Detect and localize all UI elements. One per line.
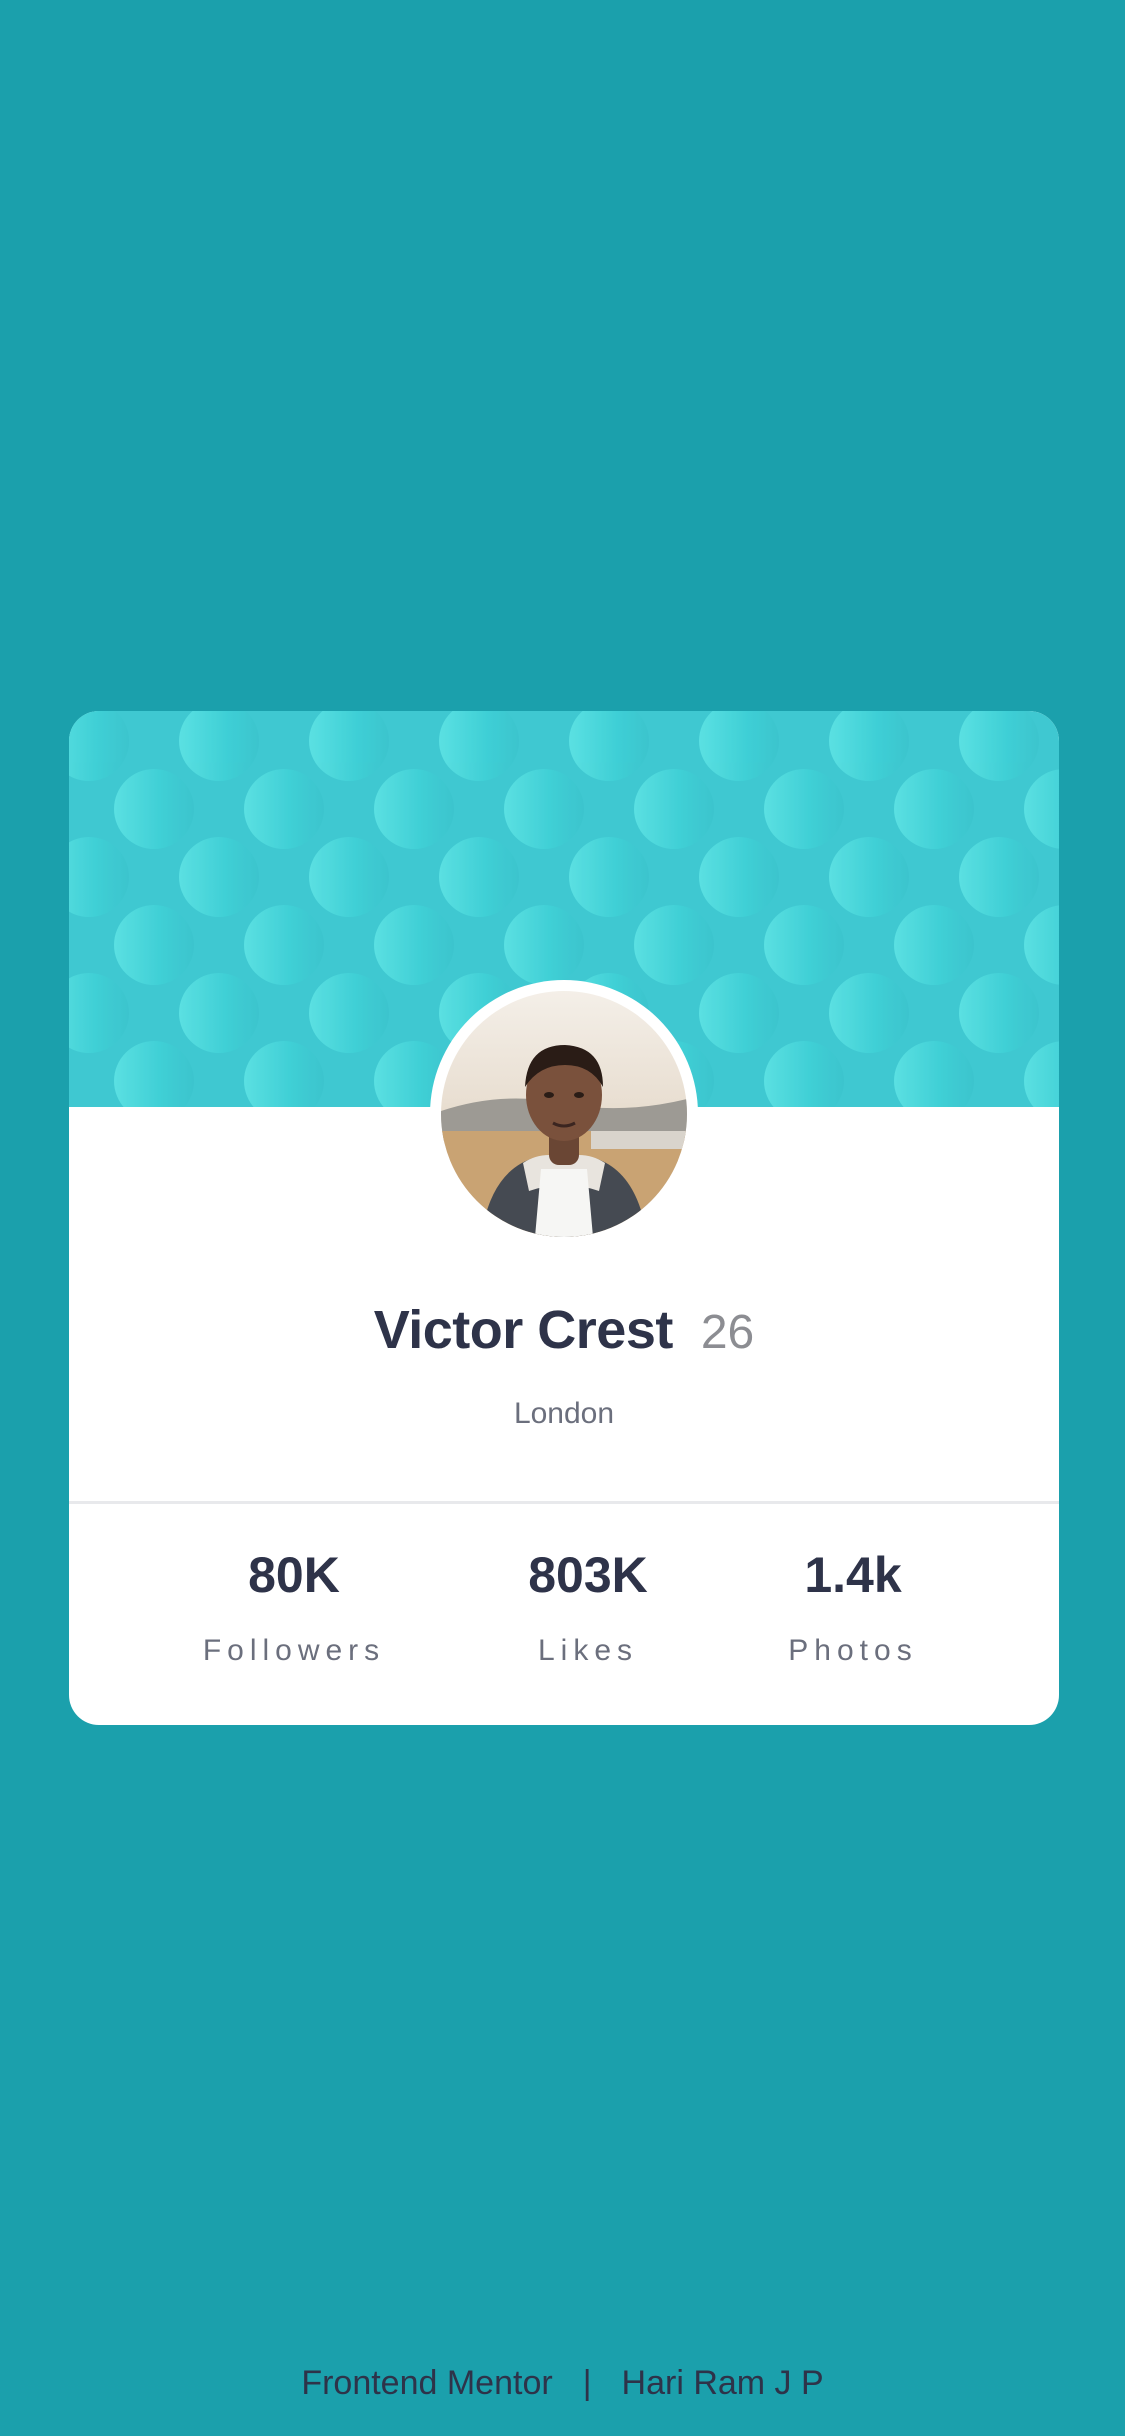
pattern-circle xyxy=(69,973,129,1053)
pattern-circle xyxy=(764,905,844,985)
pattern-circle xyxy=(309,973,389,1053)
profile-card: Victor Crest 26 London 80K Followers 803K… xyxy=(69,711,1059,1725)
pattern-circle xyxy=(1024,1041,1059,1107)
pattern-circle xyxy=(764,1041,844,1107)
stat-followers: 80K Followers xyxy=(164,1550,424,1666)
pattern-circle xyxy=(374,905,454,985)
pattern-circle xyxy=(829,837,909,917)
stat-value: 1.4k xyxy=(804,1547,902,1603)
stat-label: Photos xyxy=(788,1634,918,1667)
footer-link-author[interactable]: Hari Ram J P xyxy=(622,2364,824,2402)
pattern-circle xyxy=(764,769,844,849)
profile-location: London xyxy=(513,1397,615,1430)
pattern-circle xyxy=(569,837,649,917)
pattern-circle xyxy=(504,905,584,985)
pattern-circle xyxy=(1024,769,1059,849)
pattern-circle xyxy=(179,711,259,781)
pattern-circle xyxy=(114,769,194,849)
stat-value: 80K xyxy=(248,1547,340,1603)
pattern-circle xyxy=(894,905,974,985)
divider xyxy=(69,1501,1059,1504)
pattern-circle xyxy=(439,711,519,781)
pattern-circle xyxy=(439,837,519,917)
pattern-circle xyxy=(634,905,714,985)
pattern-circle xyxy=(894,1041,974,1107)
pattern-circle xyxy=(1024,905,1059,985)
pattern-circle xyxy=(699,973,779,1053)
profile-age: 26 xyxy=(700,1306,755,1359)
pattern-circle xyxy=(114,905,194,985)
attribution-footer: Frontend Mentor | Hari Ram J P xyxy=(0,2364,1125,2403)
stat-likes: 803K Likes xyxy=(458,1550,718,1666)
pattern-circle xyxy=(179,837,259,917)
stat-photos: 1.4k Photos xyxy=(723,1550,983,1666)
stat-label: Followers xyxy=(202,1634,386,1667)
stat-label: Likes xyxy=(537,1634,639,1667)
pattern-circle xyxy=(69,711,129,781)
pattern-circle xyxy=(959,711,1039,781)
profile-name-row: Victor Crest 26 xyxy=(69,1299,1059,1361)
person-photo-icon xyxy=(441,991,687,1237)
pattern-circle xyxy=(829,973,909,1053)
avatar-ring xyxy=(430,980,698,1248)
pattern-circle xyxy=(374,769,454,849)
pattern-circle xyxy=(309,837,389,917)
pattern-circle xyxy=(244,769,324,849)
footer-link-frontend-mentor[interactable]: Frontend Mentor xyxy=(301,2364,552,2402)
pattern-circle xyxy=(894,769,974,849)
profile-name: Victor Crest xyxy=(373,1300,674,1360)
pattern-circle xyxy=(569,711,649,781)
stat-value: 803K xyxy=(528,1547,648,1603)
footer-separator: | xyxy=(582,2364,592,2402)
pattern-circle xyxy=(699,837,779,917)
pattern-circle xyxy=(699,711,779,781)
pattern-circle xyxy=(244,905,324,985)
pattern-circle xyxy=(114,1041,194,1107)
pattern-circle xyxy=(504,769,584,849)
pattern-circle xyxy=(959,973,1039,1053)
pattern-circle xyxy=(244,1041,324,1107)
pattern-circle xyxy=(69,837,129,917)
pattern-circle xyxy=(179,973,259,1053)
avatar xyxy=(441,991,687,1237)
pattern-circle xyxy=(959,837,1039,917)
pattern-circle xyxy=(309,711,389,781)
pattern-circle xyxy=(634,769,714,849)
pattern-circle xyxy=(829,711,909,781)
